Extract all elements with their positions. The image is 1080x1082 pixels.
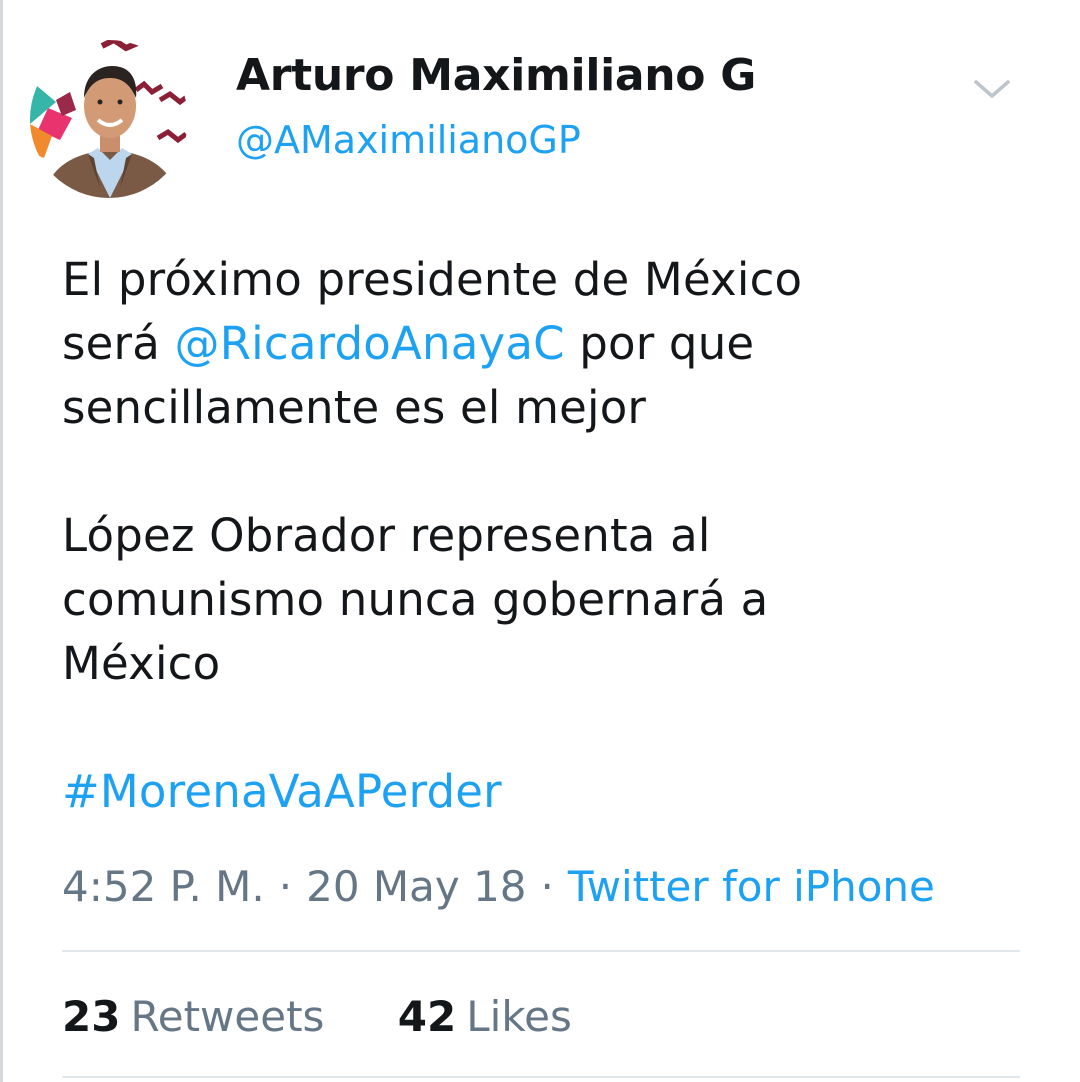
tweet-line: sencillamente es el mejor — [62, 381, 647, 434]
display-name[interactable]: Arturo Maximiliano G — [236, 50, 756, 101]
tweet-line: #MorenaVaAPerder — [62, 760, 1052, 824]
user-handle[interactable]: @AMaximilianoGP — [236, 118, 581, 162]
tweet-text: El próximo presidente de México será @Ri… — [62, 248, 1052, 824]
tweet-line: será @RicardoAnayaC por que — [62, 312, 1052, 376]
left-edge-border — [0, 0, 3, 1082]
tweet-line: México — [62, 637, 221, 690]
likes-count: 42 — [397, 992, 457, 1041]
tweet-stats: 23 Retweets 42 Likes — [62, 992, 572, 1041]
mention-link[interactable]: @RicardoAnayaC — [175, 317, 565, 370]
profile-photo-icon — [30, 40, 188, 198]
tweet-text-segment: será — [62, 317, 175, 370]
tweet-line: El próximo presidente de México — [62, 253, 803, 306]
retweets-label: Retweets — [130, 992, 325, 1041]
retweets-count: 23 — [62, 992, 121, 1041]
chevron-down-icon — [974, 80, 1010, 98]
likes-label: Likes — [466, 992, 572, 1041]
retweets-stat[interactable]: 23 Retweets — [62, 992, 324, 1041]
tweet-text-segment: por que — [564, 317, 755, 370]
meta-separator: · — [540, 862, 554, 911]
tweet-line: comunismo nunca gobernará a — [62, 573, 769, 626]
tweet-menu-button[interactable] — [970, 70, 1014, 106]
tweet-line: López Obrador representa al — [62, 509, 711, 562]
avatar[interactable] — [30, 40, 188, 198]
hashtag-link[interactable]: #MorenaVaAPerder — [62, 765, 502, 818]
divider — [62, 950, 1020, 952]
tweet-time: 4:52 P. M. — [62, 862, 265, 911]
likes-stat[interactable]: 42 Likes — [398, 992, 572, 1041]
tweet-date: 20 May 18 — [306, 862, 527, 911]
meta-separator: · — [278, 862, 293, 911]
tweet-source-link[interactable]: Twitter for iPhone — [568, 862, 935, 911]
divider — [62, 1076, 1020, 1078]
tweet-meta: 4:52 P. M. · 20 May 18 · Twitter for iPhone — [62, 862, 935, 911]
